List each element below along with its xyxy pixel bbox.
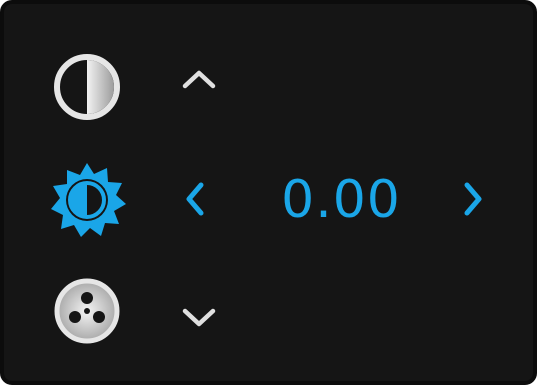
increase-button[interactable]: [174, 62, 224, 96]
contrast-icon[interactable]: [47, 47, 127, 127]
chevron-up-icon: [182, 70, 216, 89]
brightness-icon[interactable]: [47, 159, 127, 239]
chevron-right-icon: [464, 182, 482, 216]
chevron-left-icon: [186, 182, 204, 216]
saturation-icon[interactable]: [47, 271, 127, 351]
adjustment-panel: 0.00: [0, 0, 537, 385]
decrease-value-button[interactable]: [178, 174, 212, 224]
brightness-value: 0.00: [281, 170, 401, 230]
increase-value-button[interactable]: [456, 174, 490, 224]
chevron-down-icon: [182, 308, 216, 327]
decrease-button[interactable]: [174, 300, 224, 334]
